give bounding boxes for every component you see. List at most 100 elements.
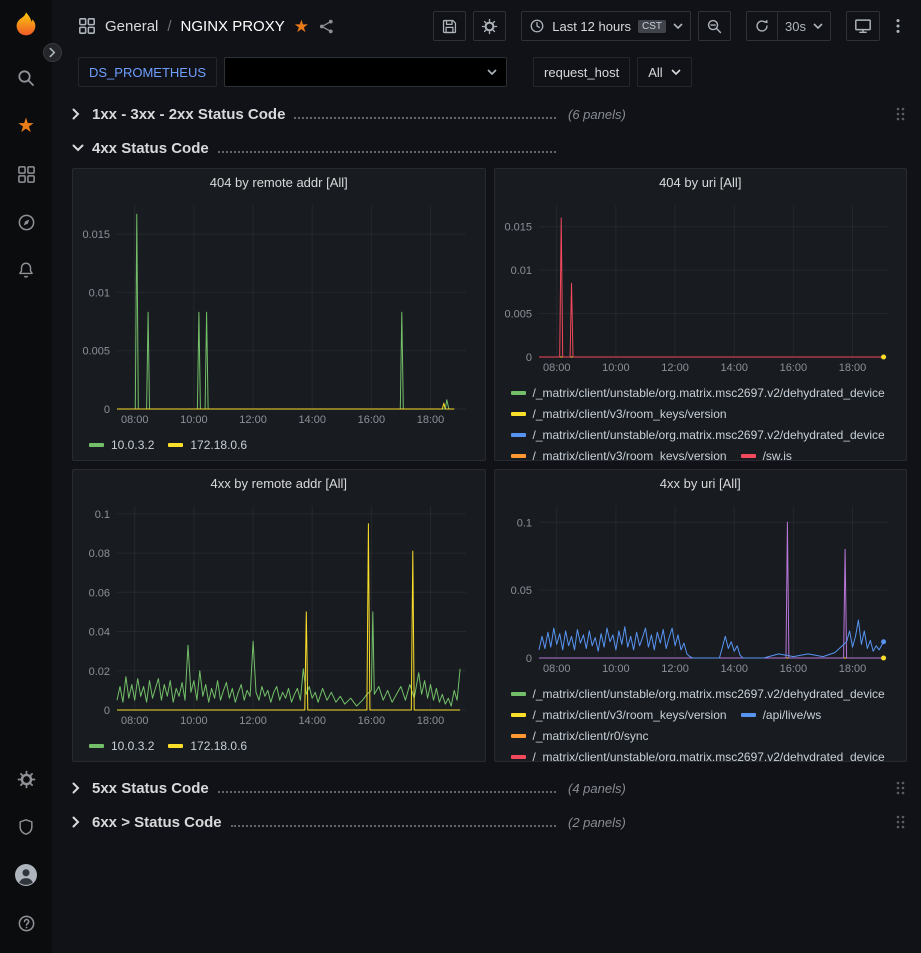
zoom-out-icon	[706, 18, 723, 35]
row-panel-count: (2 panels)	[568, 815, 626, 830]
zoom-out-button[interactable]	[698, 11, 731, 41]
svg-text:0.1: 0.1	[95, 509, 110, 521]
alerting-bell-icon[interactable]	[0, 246, 52, 294]
legend-item[interactable]: /_matrix/client/unstable/org.matrix.msc2…	[511, 424, 885, 445]
datasource-variable-label[interactable]: DS_PROMETHEUS	[78, 57, 217, 87]
user-avatar[interactable]	[0, 851, 52, 899]
dashboard-body: 1xx - 3xx - 2xx Status Code (6 panels) 4…	[52, 92, 921, 953]
dashboard-title[interactable]: NGINX PROXY	[181, 18, 285, 35]
sidebar: ★	[0, 0, 52, 953]
breadcrumb: General / NGINX PROXY ★	[78, 17, 335, 35]
panel: 4xx by uri [All]08:0010:0012:0014:0016:0…	[494, 469, 908, 762]
legend-item[interactable]: 10.0.3.2	[89, 735, 154, 756]
help-icon[interactable]	[0, 899, 52, 947]
svg-text:16:00: 16:00	[358, 715, 386, 727]
legend-label: /_matrix/client/unstable/org.matrix.msc2…	[533, 386, 885, 400]
favorite-star-icon[interactable]: ★	[294, 18, 309, 35]
time-range-picker[interactable]: Last 12 hours CST	[521, 11, 691, 41]
dashboard-row-1xx-3xx-2xx[interactable]: 1xx - 3xx - 2xx Status Code (6 panels)	[72, 100, 907, 128]
panel-title[interactable]: 4xx by remote addr [All]	[73, 470, 485, 496]
request-host-variable-label: request_host	[533, 57, 630, 87]
legend-item[interactable]: /_matrix/client/r0/sync	[511, 725, 649, 746]
panel-legend: /_matrix/client/unstable/org.matrix.msc2…	[495, 378, 907, 460]
panel-legend: /_matrix/client/unstable/org.matrix.msc2…	[495, 679, 907, 761]
legend-swatch	[168, 443, 183, 447]
row-drag-handle-icon[interactable]	[895, 106, 907, 122]
row-panel-count: (4 panels)	[568, 781, 626, 796]
legend-swatch	[511, 734, 526, 738]
svg-text:10:00: 10:00	[602, 663, 630, 675]
share-icon[interactable]	[318, 18, 335, 35]
grafana-dashboard-app: { "colors": { "page_bg": "#111217", "pan…	[0, 0, 921, 953]
apps-grid-icon	[78, 17, 96, 35]
datasource-variable-value-dropdown[interactable]	[224, 57, 507, 87]
legend-swatch	[511, 454, 526, 458]
request-host-value-text: All	[648, 65, 662, 80]
explore-compass-icon[interactable]	[0, 198, 52, 246]
svg-text:18:00: 18:00	[417, 414, 445, 426]
svg-text:16:00: 16:00	[779, 663, 807, 675]
legend-item[interactable]: /_matrix/client/unstable/org.matrix.msc2…	[511, 382, 885, 403]
legend-item[interactable]: /_matrix/client/unstable/org.matrix.msc2…	[511, 746, 885, 761]
legend-item[interactable]: /api/live/ws	[741, 704, 822, 725]
time-series-plot[interactable]: 08:0010:0012:0014:0016:0018:0000.020.040…	[75, 496, 474, 728]
svg-text:10:00: 10:00	[180, 715, 208, 727]
legend-label: 10.0.3.2	[111, 438, 154, 452]
panel-title[interactable]: 4xx by uri [All]	[495, 470, 907, 496]
grafana-logo[interactable]	[11, 10, 41, 40]
refresh-controls: 30s	[746, 11, 831, 41]
top-nav: General / NGINX PROXY ★	[52, 0, 921, 52]
svg-text:0.08: 0.08	[89, 548, 110, 560]
svg-text:10:00: 10:00	[180, 414, 208, 426]
refresh-button[interactable]	[747, 12, 777, 40]
starred-dashboards-icon[interactable]: ★	[0, 102, 52, 150]
more-options-kebab-icon[interactable]	[887, 17, 909, 35]
search-icon[interactable]	[0, 54, 52, 102]
submenu: DS_PROMETHEUS request_host All	[52, 52, 921, 92]
svg-text:0.01: 0.01	[89, 287, 110, 299]
save-dashboard-button[interactable]	[433, 11, 466, 41]
dashboard-row-5xx[interactable]: 5xx Status Code (4 panels)	[72, 774, 907, 802]
legend-item[interactable]: 172.18.0.6	[168, 434, 247, 455]
row-title: 5xx Status Code	[92, 780, 209, 797]
row-drag-handle-icon[interactable]	[895, 814, 907, 830]
dashboard-row-4xx[interactable]: 4xx Status Code	[72, 134, 907, 162]
svg-text:0.01: 0.01	[510, 265, 531, 277]
row-drag-handle-icon[interactable]	[895, 780, 907, 796]
breadcrumb-folder[interactable]: General	[105, 18, 158, 35]
row-panel-count: (6 panels)	[568, 107, 626, 122]
svg-text:0: 0	[104, 404, 110, 416]
time-series-plot[interactable]: 08:0010:0012:0014:0016:0018:0000.050.1	[497, 496, 896, 676]
legend-item[interactable]: /_matrix/client/v3/room_keys/version	[511, 704, 727, 725]
legend-item[interactable]: 10.0.3.2	[89, 434, 154, 455]
request-host-value-dropdown[interactable]: All	[637, 57, 691, 87]
legend-item[interactable]: /sw.js	[741, 445, 792, 460]
sidebar-expand-button[interactable]	[43, 43, 62, 62]
time-series-plot[interactable]: 08:0010:0012:0014:0016:0018:0000.0050.01…	[497, 195, 896, 375]
svg-text:0.015: 0.015	[504, 222, 532, 234]
dashboard-row-6xx[interactable]: 6xx > Status Code (2 panels)	[72, 808, 907, 836]
time-series-plot[interactable]: 08:0010:0012:0014:0016:0018:0000.0050.01…	[75, 195, 474, 427]
admin-shield-icon[interactable]	[0, 803, 52, 851]
dashboards-icon[interactable]	[0, 150, 52, 198]
svg-text:14:00: 14:00	[720, 362, 748, 374]
clock-icon	[529, 18, 545, 34]
legend-label: /_matrix/client/unstable/org.matrix.msc2…	[533, 750, 885, 762]
tv-mode-button[interactable]	[846, 11, 880, 41]
panel-title[interactable]: 404 by uri [All]	[495, 169, 907, 195]
legend-item[interactable]: /_matrix/client/v3/room_keys/version	[511, 445, 727, 460]
legend-item[interactable]: /_matrix/client/unstable/org.matrix.msc2…	[511, 683, 885, 704]
time-range-label: Last 12 hours	[552, 19, 631, 34]
refresh-interval-value: 30s	[785, 19, 806, 34]
legend-swatch	[511, 713, 526, 717]
legend-label: /_matrix/client/v3/room_keys/version	[533, 708, 727, 722]
legend-label: 172.18.0.6	[190, 739, 247, 753]
svg-text:0.005: 0.005	[82, 346, 110, 358]
panel-title[interactable]: 404 by remote addr [All]	[73, 169, 485, 195]
legend-item[interactable]: /_matrix/client/v3/room_keys/version	[511, 403, 727, 424]
settings-gear-icon[interactable]	[0, 755, 52, 803]
refresh-interval-dropdown[interactable]: 30s	[777, 12, 830, 40]
legend-item[interactable]: 172.18.0.6	[168, 735, 247, 756]
legend-swatch	[511, 755, 526, 759]
dashboard-settings-button[interactable]	[473, 11, 506, 41]
